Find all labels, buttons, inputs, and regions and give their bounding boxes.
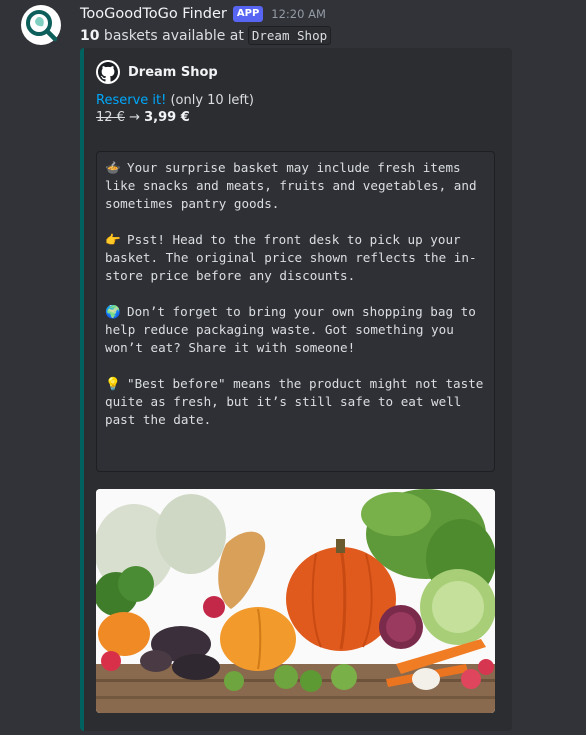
vegetables-illustration (96, 489, 495, 713)
codeblock-text: Your surprise basket may include fresh i… (105, 160, 477, 211)
magnifier-leaf-icon (26, 10, 58, 42)
store-inline-code: Dream Shop (247, 26, 332, 45)
bot-avatar[interactable] (21, 5, 61, 45)
basket-count: 10 (80, 27, 100, 44)
globe-icon: 🌍 (105, 304, 121, 319)
embed-author-name[interactable]: Dream Shop (128, 65, 218, 80)
message-header: TooGoodToGo Finder APP 12:20 AM (80, 4, 326, 24)
pot-of-food-icon: 🍲 (105, 160, 121, 175)
vegetables-image[interactable] (96, 489, 495, 713)
embed-card: Dream Shop Reserve it! (only 10 left) 12… (80, 48, 512, 731)
username[interactable]: TooGoodToGo Finder (80, 6, 227, 22)
embed-author: Dream Shop (96, 60, 218, 84)
app-badge: APP (232, 6, 264, 22)
codeblock-text: Don’t forget to bring your own shopping … (105, 304, 476, 355)
info-codeblock: 🍲 Your surprise basket may include fresh … (96, 151, 495, 472)
codeblock-text: Psst! Head to the front desk to pick up … (105, 232, 477, 283)
light-bulb-icon: 💡 (105, 376, 121, 391)
codeblock-paragraph: 🍲 Your surprise basket may include fresh … (105, 159, 486, 213)
codeblock-paragraph: 👉 Psst! Head to the front desk to pick up… (105, 231, 486, 285)
pointing-hand-icon: 👉 (105, 232, 121, 247)
message-text: baskets available at (99, 27, 244, 44)
embed-description: Reserve it! (only 10 left) 12 € → 3,99 € (96, 92, 254, 126)
price-line: 12 € → 3,99 € (96, 109, 254, 126)
timestamp[interactable]: 12:20 AM (271, 7, 326, 21)
message-content: 10 baskets available at Dream Shop (80, 26, 332, 45)
price-arrow: → (124, 110, 145, 125)
codeblock-paragraph: 💡 "Best before" means the product might n… (105, 375, 486, 429)
new-price: 3,99 € (144, 110, 190, 125)
codeblock-paragraph: 🌍 Don’t forget to bring your own shopping… (105, 303, 486, 357)
old-price: 12 € (96, 110, 125, 125)
codeblock-text: "Best before" means the product might no… (105, 376, 484, 427)
stock-note: (only 10 left) (166, 93, 254, 108)
reserve-link[interactable]: Reserve it! (96, 93, 166, 108)
github-icon (96, 60, 120, 84)
